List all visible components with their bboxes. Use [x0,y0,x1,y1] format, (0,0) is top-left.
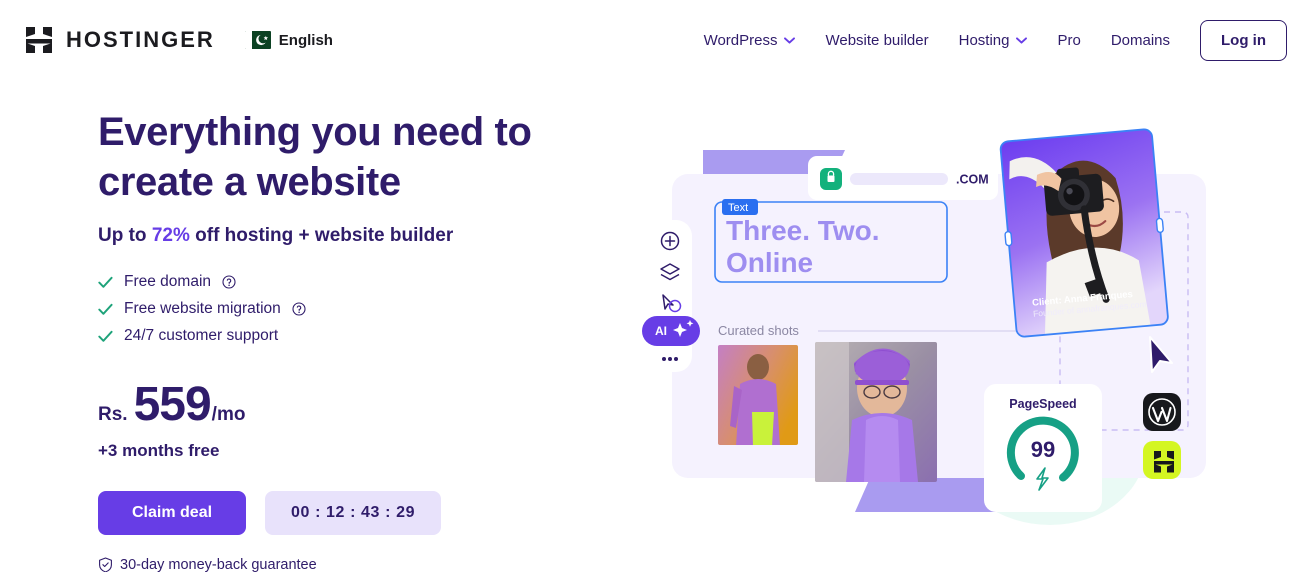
price-currency: Rs. [98,404,128,425]
nav-label: Website builder [825,31,929,49]
language-label: English [278,31,333,49]
subhead-suffix: off hosting + website builder [189,225,454,246]
help-question-icon[interactable] [222,275,236,289]
ai-label: AI [655,324,667,338]
feature-item-free-domain: Free domain [98,273,618,291]
headline-line-1: Everything you need to [98,110,532,154]
brand-logo[interactable]: HOSTINGER [24,25,215,55]
nav-item-domains[interactable]: Domains [1111,32,1170,49]
chevron-down-icon [784,36,796,44]
nav-item-hosting[interactable]: Hosting [959,32,1028,49]
builder-mockup-graphic: .COM Text Three. Two. Online Curated sho… [642,128,1206,525]
hero-subheading: Up to 72% off hosting + website builder [98,225,618,247]
nav-label: Hosting [958,31,1010,49]
price-display: Rs. 559 /mo [98,381,618,429]
price-period: /mo [211,404,246,425]
wordpress-badge [1143,393,1181,431]
hostinger-badge [1143,441,1181,479]
gallery-photo-2 [815,342,937,482]
pagespeed-score: 99 [1031,437,1055,462]
feature-item-support: 24/7 customer support [98,327,618,345]
toolbar-ai-button[interactable]: AI [642,316,700,346]
hero-content: Everything you need to create a website … [98,112,618,572]
cta-row: Claim deal 00 : 12 : 43 : 29 [98,491,618,535]
canvas-heading-line1: Three. Two. [726,215,880,246]
nav-item-wordpress[interactable]: WordPress [704,32,796,49]
countdown-timer: 00 : 12 : 43 : 29 [265,491,442,535]
domain-suffix-label: .COM [956,173,989,187]
pagespeed-title: PageSpeed [1009,397,1076,411]
brand-name: HOSTINGER [66,27,215,52]
page-title: Everything you need to create a website [98,112,618,202]
website-builder-illustration: .COM Text Three. Two. Online Curated sho… [630,120,1311,560]
nav-label: WordPress [703,31,778,49]
hostinger-landing-page: HOSTINGER English WordPress Website buil… [0,0,1311,572]
site-header: HOSTINGER English WordPress Website buil… [0,0,1311,80]
claim-deal-button[interactable]: Claim deal [98,491,247,535]
headline-line-2: create a website [98,160,401,204]
domain-search-bar: .COM [808,156,998,200]
resize-handle-right [1155,217,1164,234]
feature-label: 24/7 customer support [124,327,279,344]
photographer-image-card: Client: Anna Franques Founder of annafra… [999,128,1169,338]
months-free-label: +3 months free [98,441,220,460]
price-amount: 559 [133,378,212,431]
text-badge-label: Text [728,202,748,214]
discount-percent: 72% [151,225,190,246]
language-selector[interactable]: English [244,31,333,49]
login-button[interactable]: Log in [1200,19,1287,61]
check-icon [98,330,113,342]
hostinger-h-logo-icon [26,27,52,53]
feature-label: Free domain [124,273,212,290]
nav-item-pro[interactable]: Pro [1057,32,1080,49]
gallery-label: Curated shots [718,323,799,338]
pagespeed-card: PageSpeed 99 [984,384,1102,512]
canvas-heading-line2: Online [726,247,813,278]
shield-check-icon [99,557,112,572]
builder-toolbar: AI [642,220,700,372]
feature-item-free-migration: Free website migration [98,300,618,318]
help-question-icon[interactable] [292,302,306,316]
gallery-photo-1 [718,345,798,445]
check-icon [98,276,113,288]
guarantee-note: 30-day money-back guarantee [98,557,618,572]
subhead-prefix: Up to [98,225,152,246]
nav-item-website-builder[interactable]: Website builder [825,32,928,49]
domain-input-placeholder [850,173,948,185]
main-nav: WordPress Website builder Hosting Pro Do… [704,19,1287,61]
guarantee-label: 30-day money-back guarantee [120,557,317,572]
pakistan-flag-icon [244,31,271,49]
toolbar-more-dots-icon[interactable] [662,357,678,361]
resize-handle-left [1004,230,1013,247]
nav-label: Pro [1057,31,1081,49]
check-icon [98,303,113,315]
nav-label: Domains [1110,31,1170,49]
chevron-down-icon [1016,36,1028,44]
feature-list: Free domain Free website migration 24/7 … [98,273,618,345]
feature-label: Free website migration [124,300,281,317]
